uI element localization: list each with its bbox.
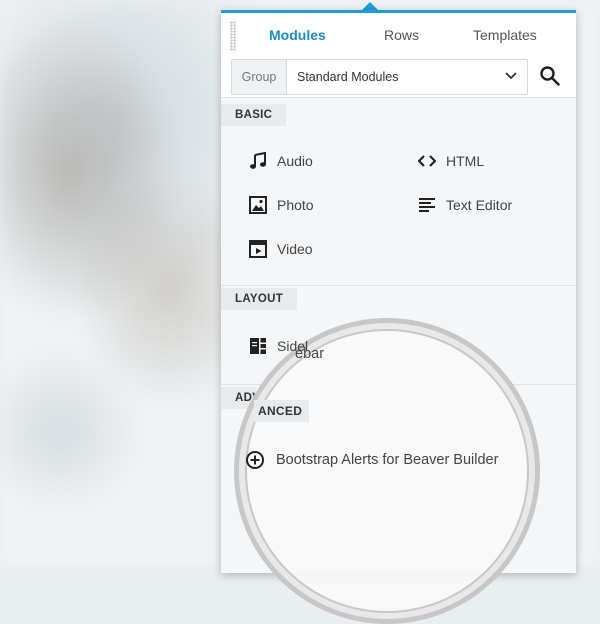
sidebar-icon: [248, 336, 268, 356]
text-editor-icon: [417, 195, 437, 215]
module-audio[interactable]: Audio: [248, 151, 313, 171]
section-basic: BASIC Audio HTML Photo Text Editor Video: [221, 98, 576, 286]
section-title-advanced-left: ADV: [221, 387, 256, 409]
module-photo[interactable]: Photo: [248, 195, 314, 215]
module-label: Video: [277, 241, 313, 257]
plus-circle-icon: [245, 450, 265, 470]
section-title-layout: LAYOUT: [221, 288, 298, 310]
music-icon: [248, 151, 268, 171]
group-value: Standard Modules: [297, 70, 399, 84]
group-dropdown[interactable]: Standard Modules: [287, 60, 527, 94]
panel-header: Modules Rows Templates Group Standard Mo…: [221, 13, 576, 98]
group-select[interactable]: Group Standard Modules: [231, 59, 528, 95]
module-label: Audio: [277, 153, 313, 169]
module-label: Photo: [277, 197, 314, 213]
module-bootstrap-alerts[interactable]: Bootstrap Alerts for Beaver Builder: [245, 450, 498, 470]
module-label: HTML: [446, 153, 485, 169]
section-title-advanced-right: ANCED: [254, 400, 310, 422]
chevron-down-icon: [505, 72, 517, 80]
video-icon: [248, 239, 268, 259]
module-text-editor[interactable]: Text Editor: [417, 195, 512, 215]
module-sidebar-magnified[interactable]: ebar: [295, 346, 324, 362]
tab-templates[interactable]: Templates: [473, 27, 537, 43]
content-panel: Modules Rows Templates Group Standard Mo…: [221, 10, 576, 573]
panel-tabs: Modules Rows Templates: [221, 27, 576, 51]
group-label: Group: [232, 60, 287, 94]
module-label: Bootstrap Alerts for Beaver Builder: [276, 452, 499, 468]
module-html[interactable]: HTML: [417, 151, 484, 171]
search-icon[interactable]: [539, 65, 561, 87]
section-title-basic: BASIC: [221, 104, 287, 126]
module-label: Text Editor: [446, 197, 513, 213]
module-video[interactable]: Video: [248, 239, 313, 259]
code-icon: [417, 151, 437, 171]
tab-rows[interactable]: Rows: [384, 27, 419, 43]
photo-icon: [248, 195, 268, 215]
module-label: ebar: [295, 346, 325, 362]
tab-modules[interactable]: Modules: [269, 27, 326, 43]
